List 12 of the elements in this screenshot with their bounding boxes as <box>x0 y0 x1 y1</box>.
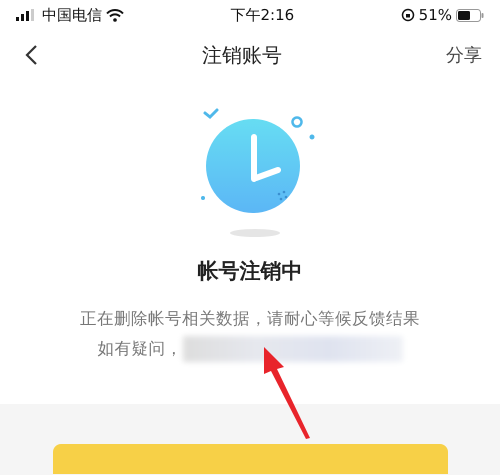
carrier-name: 中国电信 <box>42 4 102 26</box>
back-icon[interactable] <box>24 44 38 66</box>
battery-icon <box>456 8 484 22</box>
battery-percent: 51% <box>418 4 452 26</box>
help-text: 如有疑问， <box>98 338 182 358</box>
status-message: 正在删除帐号相关数据，请耐心等候反馈结果 <box>80 308 420 328</box>
page-title: 注销账号 <box>202 42 282 69</box>
status-heading: 帐号注销中 <box>198 259 302 283</box>
wifi-icon <box>106 8 124 22</box>
clock-time: 下午2:16 <box>230 4 294 26</box>
share-link[interactable]: 分享 <box>446 42 482 68</box>
rotation-lock-icon <box>400 8 415 22</box>
